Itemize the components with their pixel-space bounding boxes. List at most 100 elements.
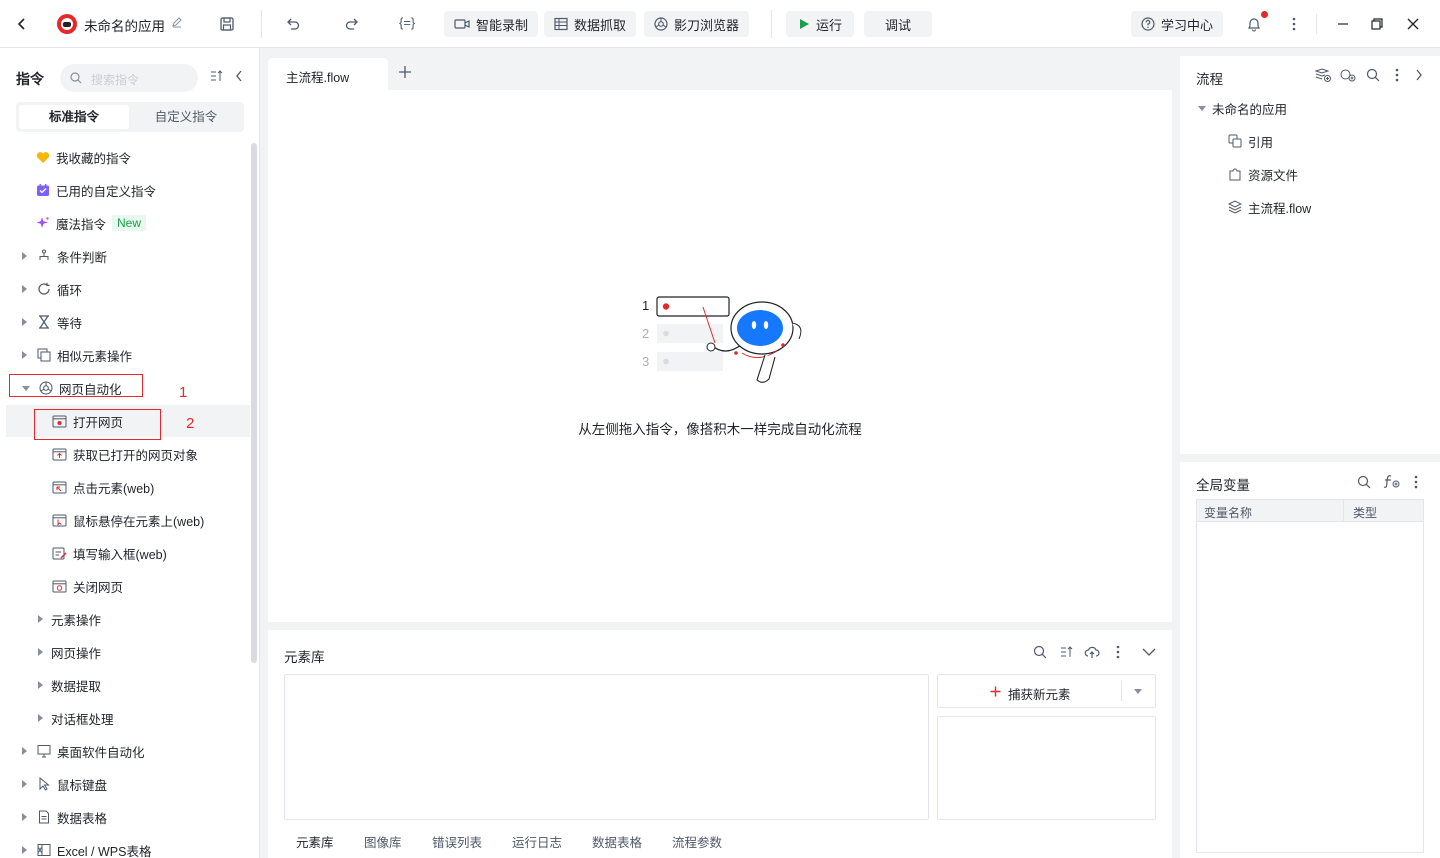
tree-item-label: 条件判断	[57, 250, 108, 265]
sort-icon[interactable]	[1060, 645, 1074, 659]
robot-illustration-icon	[656, 296, 802, 383]
chevron-down-icon[interactable]	[1142, 647, 1156, 657]
annotation-number-2: 2	[186, 415, 195, 432]
flow-tree-main-flow[interactable]: 主流程.flow	[1228, 196, 1311, 218]
webpage-close-icon	[52, 580, 67, 592]
sparkle-icon	[36, 217, 49, 228]
tab-data-table[interactable]: 数据表格	[592, 832, 642, 851]
tree-sub-dialog[interactable]: 对话框处理	[38, 707, 114, 729]
global-variables-panel: 全局变量 变量名称 类型	[1180, 462, 1440, 858]
caret-right-icon	[22, 813, 27, 821]
tree-item-favorites[interactable]: 我收藏的指令	[36, 146, 131, 168]
tree-group-excel[interactable]: Excel / WPS表格	[22, 839, 151, 858]
add-module-icon[interactable]	[1340, 68, 1356, 82]
caret-down-icon	[1198, 105, 1206, 111]
tree-sub-element-ops[interactable]: 元素操作	[38, 608, 101, 630]
tree-group-sheet[interactable]: 数据表格	[22, 806, 107, 828]
app-name: 未命名的应用	[84, 19, 165, 34]
tree-item-label: 魔法指令	[56, 217, 107, 232]
caret-down-icon[interactable]	[1134, 689, 1142, 694]
undo-icon[interactable]	[281, 12, 305, 36]
redo-icon[interactable]	[340, 12, 364, 36]
close-icon[interactable]	[1401, 12, 1425, 36]
flow-tree-root[interactable]: 未命名的应用	[1198, 97, 1287, 119]
tab-standard[interactable]: 标准指令	[19, 105, 129, 129]
more-icon[interactable]	[1395, 68, 1399, 82]
tab-element-library[interactable]: 元素库	[296, 832, 334, 851]
more-icon[interactable]	[1116, 645, 1120, 659]
minimize-icon[interactable]	[1331, 12, 1355, 36]
browser-button[interactable]: 影刀浏览器	[644, 11, 750, 37]
variables-table[interactable]: 变量名称 类型	[1196, 499, 1424, 853]
tree-item-used-custom[interactable]: 已用的自定义指令	[36, 179, 156, 201]
tab-error-list[interactable]: 错误列表	[432, 832, 482, 851]
more-icon[interactable]	[1414, 475, 1418, 489]
tree-item-close-webpage[interactable]: 关闭网页	[52, 575, 123, 597]
tree-group-desktop[interactable]: 桌面软件自动化	[22, 740, 145, 762]
cursor-icon	[39, 777, 50, 791]
copy-icon	[37, 348, 51, 362]
flow-canvas[interactable]: 1 2 3 从左侧拖入指令，像搭积木一样完成自动化流程	[268, 90, 1172, 622]
tab-custom[interactable]: 自定义指令	[131, 105, 241, 129]
tree-item-label: 等待	[57, 316, 83, 331]
save-icon[interactable]	[215, 12, 239, 36]
tree-item-hover-element[interactable]: 鼠标悬停在元素上(web)	[52, 509, 204, 531]
smart-record-button[interactable]: 智能录制	[444, 11, 539, 37]
capture-element-button[interactable]: 捕获新元素	[937, 674, 1156, 708]
editor-tabs: 主流程.flow	[268, 56, 1172, 90]
chevron-right-icon[interactable]	[1415, 69, 1423, 81]
search-icon[interactable]	[1357, 475, 1371, 489]
tab-image-library[interactable]: 图像库	[364, 832, 402, 851]
tree-group-similar[interactable]: 相似元素操作	[22, 344, 132, 366]
back-icon[interactable]	[10, 12, 34, 36]
data-grab-button[interactable]: 数据抓取	[544, 11, 637, 37]
caret-right-icon	[38, 615, 43, 623]
flow-tree-resources[interactable]: 资源文件	[1228, 163, 1298, 185]
tree-sub-page-ops[interactable]: 网页操作	[38, 641, 101, 663]
element-list[interactable]	[284, 674, 929, 820]
tab-main-flow[interactable]: 主流程.flow	[268, 58, 388, 90]
scrollbar[interactable]	[251, 143, 257, 663]
command-panel: 指令 搜索指令 标准指令 自定义指令 我收藏的指令 已用的自定义指令 魔法指令 …	[0, 48, 260, 858]
caret-right-icon	[22, 285, 27, 293]
search-placeholder: 搜索指令	[91, 73, 140, 87]
tab-flow-params[interactable]: 流程参数	[672, 832, 722, 851]
tree-item-magic[interactable]: 魔法指令 New	[36, 212, 147, 234]
annotation-number-1: 1	[179, 384, 188, 401]
add-variable-icon[interactable]	[1383, 474, 1400, 489]
code-button[interactable]: {=}	[399, 15, 415, 30]
tree-group-condition[interactable]: 条件判断	[22, 245, 107, 267]
search-icon[interactable]	[1033, 645, 1047, 659]
column-divider[interactable]	[1343, 500, 1344, 522]
edit-name-icon[interactable]	[171, 16, 183, 28]
tree-item-fill-input[interactable]: 填写输入框(web)	[52, 542, 167, 564]
run-button[interactable]: 运行	[786, 11, 854, 37]
collapse-panel-icon[interactable]	[235, 70, 243, 82]
tree-group-loop[interactable]: 循环	[22, 278, 82, 300]
upload-cloud-icon[interactable]	[1084, 645, 1100, 659]
more-icon[interactable]	[1282, 12, 1306, 36]
divider	[771, 10, 772, 38]
caret-right-icon	[38, 648, 43, 656]
restore-icon[interactable]	[1365, 12, 1389, 36]
flow-tree-reference[interactable]: 引用	[1228, 130, 1273, 152]
add-tab-icon[interactable]	[398, 65, 412, 79]
search-icon[interactable]	[1366, 68, 1380, 82]
tree-group-mouse[interactable]: 鼠标键盘	[22, 773, 107, 795]
tree-item-get-opened[interactable]: 获取已打开的网页对象	[52, 443, 198, 465]
illus-num: 1	[642, 298, 650, 313]
debug-button[interactable]: 调试	[864, 11, 932, 37]
variables-table-header: 变量名称 类型	[1197, 500, 1423, 522]
search-icon	[70, 72, 82, 84]
sort-icon[interactable]	[210, 70, 224, 82]
command-tabs: 标准指令 自定义指令	[16, 102, 244, 132]
add-subflow-icon[interactable]	[1315, 68, 1331, 82]
tree-item-click-element[interactable]: 点击元素(web)	[52, 476, 154, 498]
tree-sub-extract[interactable]: 数据提取	[38, 674, 101, 696]
command-search-input[interactable]: 搜索指令	[60, 64, 198, 92]
learn-center-button[interactable]: 学习中心	[1131, 11, 1224, 37]
tree-group-wait[interactable]: 等待	[22, 311, 82, 333]
help-icon	[1141, 17, 1155, 31]
tree-item-label: 点击元素(web)	[73, 481, 155, 496]
tab-run-log[interactable]: 运行日志	[512, 832, 562, 851]
